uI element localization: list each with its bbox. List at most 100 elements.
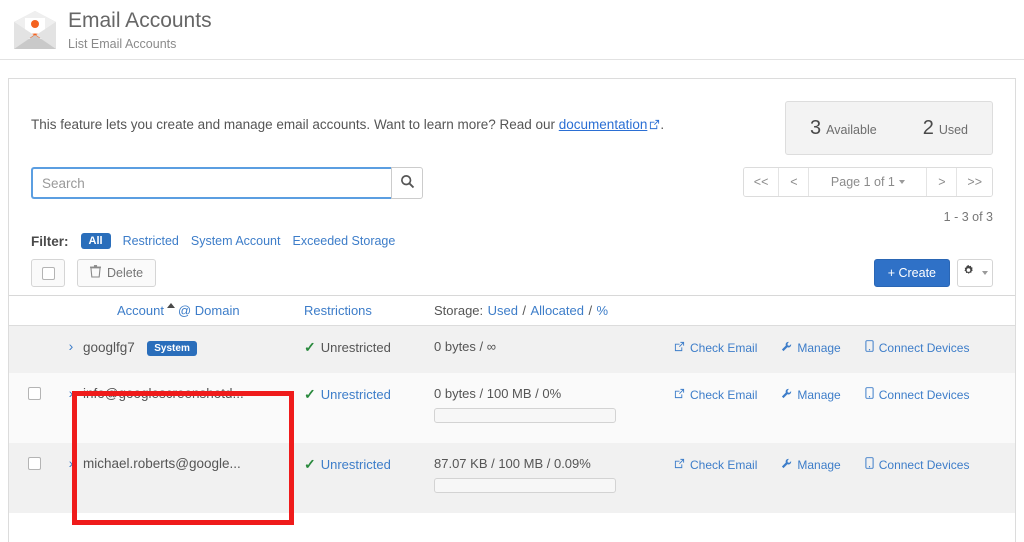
search-button[interactable] — [391, 167, 423, 199]
storage-separator-2: / — [588, 302, 593, 318]
check-email-label: Check Email — [690, 457, 758, 472]
available-counter: 3 Available — [810, 117, 877, 140]
row-restrictions-cell: ✓ Unrestricted — [304, 373, 434, 403]
row-account-cell: › googlfg7 System — [59, 326, 304, 357]
action-toolbar: Delete + Create — [9, 249, 1015, 287]
wrench-icon — [781, 341, 792, 355]
filter-option-system-account[interactable]: System Account — [191, 234, 281, 248]
page-header: Email Accounts List Email Accounts — [0, 0, 1024, 60]
external-link-icon — [674, 341, 685, 355]
restriction-label: Unrestricted — [320, 457, 391, 472]
filter-option-exceeded-storage[interactable]: Exceeded Storage — [292, 234, 395, 248]
check-icon: ✓ — [304, 339, 316, 355]
available-label: Available — [826, 122, 877, 137]
manage-link[interactable]: Manage — [781, 387, 841, 402]
bulk-actions: Delete — [31, 259, 157, 287]
manage-label: Manage — [797, 457, 841, 472]
page-title: Email Accounts — [68, 9, 212, 32]
email-accounts-table: Account @ Domain Restrictions Storage: U… — [9, 295, 1015, 513]
row-checkbox[interactable] — [27, 387, 41, 400]
restriction-status[interactable]: ✓ Unrestricted — [304, 386, 434, 403]
check-email-label: Check Email — [690, 387, 758, 402]
filter-option-restricted[interactable]: Restricted — [123, 234, 179, 248]
connect-devices-link[interactable]: Connect Devices — [865, 387, 969, 402]
documentation-link[interactable]: documentation — [559, 117, 648, 132]
storage-progress-bar — [434, 408, 616, 423]
used-count: 2 — [922, 116, 934, 139]
create-button[interactable]: + Create — [873, 259, 950, 287]
sort-storage-allocated-link[interactable]: Allocated — [531, 303, 584, 318]
row-storage-cell: 0 bytes / 100 MB / 0% — [434, 373, 674, 423]
email-accounts-card: This feature lets you create and manage … — [8, 78, 1016, 542]
trash-icon — [90, 265, 101, 281]
account-name: michael.roberts@google... — [83, 456, 241, 471]
mobile-device-icon — [865, 457, 874, 472]
gear-icon — [962, 264, 975, 282]
row-actions-cell: Check Email Manage Connect Devices — [674, 373, 1015, 402]
chevron-down-icon — [982, 271, 988, 275]
page-selector[interactable]: Page 1 of 1 — [809, 168, 928, 196]
chevron-right-icon[interactable]: › — [59, 456, 83, 471]
storage-text: 87.07 KB / 100 MB / 0.09% — [434, 456, 591, 471]
header-restrictions-cell: Restrictions — [304, 302, 434, 320]
external-link-icon — [674, 388, 685, 402]
connect-devices-link[interactable]: Connect Devices — [865, 457, 969, 472]
manage-link[interactable]: Manage — [781, 457, 841, 472]
row-checkbox-cell — [9, 373, 59, 400]
sort-storage-used-link[interactable]: Used — [488, 303, 518, 318]
row-actions-cell: Check Email Manage Connect Devices — [674, 326, 1015, 355]
wrench-icon — [781, 388, 792, 402]
pagination: << < Page 1 of 1 > >> 1 - 3 of 3 — [742, 167, 993, 224]
storage-text: 0 bytes / 100 MB / 0% — [434, 386, 562, 401]
system-badge: System — [147, 341, 197, 356]
header-storage-cell: Storage: Used / Allocated / % — [434, 302, 764, 320]
chevron-right-icon[interactable]: › — [59, 386, 83, 401]
tools-row: << < Page 1 of 1 > >> 1 - 3 of 3 — [9, 155, 1015, 224]
restriction-label: Unrestricted — [320, 340, 391, 355]
row-checkbox-cell — [9, 443, 59, 470]
restriction-status[interactable]: ✓ Unrestricted — [304, 456, 434, 473]
sort-storage-percent-link[interactable]: % — [597, 303, 609, 318]
mobile-device-icon — [865, 340, 874, 355]
next-page-button[interactable]: > — [927, 168, 958, 196]
account-name-wrap: googlfg7 System — [83, 339, 197, 357]
description-text-end: . — [660, 117, 665, 132]
row-storage-cell: 0 bytes / ∞ — [434, 326, 674, 354]
row-restrictions-cell: ✓ Unrestricted — [304, 443, 434, 473]
check-email-label: Check Email — [690, 340, 758, 355]
table-row[interactable]: › michael.roberts@google... ✓ Unrestrict… — [9, 443, 1015, 513]
row-checkbox-cell — [9, 326, 59, 340]
settings-menu-button[interactable] — [957, 259, 993, 287]
table-row[interactable]: › googlfg7 System ✓ Unrestricted 0 bytes… — [9, 326, 1015, 373]
search-input[interactable] — [31, 167, 391, 199]
last-page-button[interactable]: >> — [957, 168, 992, 196]
row-account-cell: › michael.roberts@google... — [59, 443, 304, 472]
filter-option-all[interactable]: All — [80, 233, 111, 249]
select-all-checkbox[interactable] — [31, 259, 65, 287]
manage-link[interactable]: Manage — [781, 340, 841, 355]
account-name: info@googlescreenshotd... — [83, 386, 244, 401]
delete-button-label: Delete — [107, 266, 144, 280]
chevron-right-icon[interactable]: › — [59, 339, 83, 354]
sort-restrictions-link[interactable]: Restrictions — [304, 303, 372, 318]
primary-actions: + Create — [873, 259, 993, 287]
first-page-button[interactable]: << — [743, 168, 780, 196]
row-restrictions-cell: ✓ Unrestricted — [304, 326, 434, 356]
prev-page-button[interactable]: < — [779, 168, 810, 196]
check-icon: ✓ — [304, 456, 316, 472]
pagination-group: << < Page 1 of 1 > >> — [742, 167, 993, 197]
storage-text: 0 bytes / ∞ — [434, 339, 497, 354]
chevron-down-icon — [898, 180, 905, 184]
delete-button[interactable]: Delete — [77, 259, 157, 287]
check-email-link[interactable]: Check Email — [674, 387, 757, 402]
check-email-link[interactable]: Check Email — [674, 340, 757, 355]
storage-separator-1: / — [522, 302, 527, 318]
row-checkbox[interactable] — [27, 457, 41, 470]
header-at-domain[interactable]: @ Domain — [178, 303, 240, 318]
table-row[interactable]: › info@googlescreenshotd... ✓ Unrestrict… — [9, 373, 1015, 443]
check-email-link[interactable]: Check Email — [674, 457, 757, 472]
sort-account-link[interactable]: Account — [117, 303, 164, 318]
header-text-block: Email Accounts List Email Accounts — [68, 6, 212, 52]
connect-devices-link[interactable]: Connect Devices — [865, 340, 970, 355]
connect-devices-label: Connect Devices — [878, 340, 970, 355]
